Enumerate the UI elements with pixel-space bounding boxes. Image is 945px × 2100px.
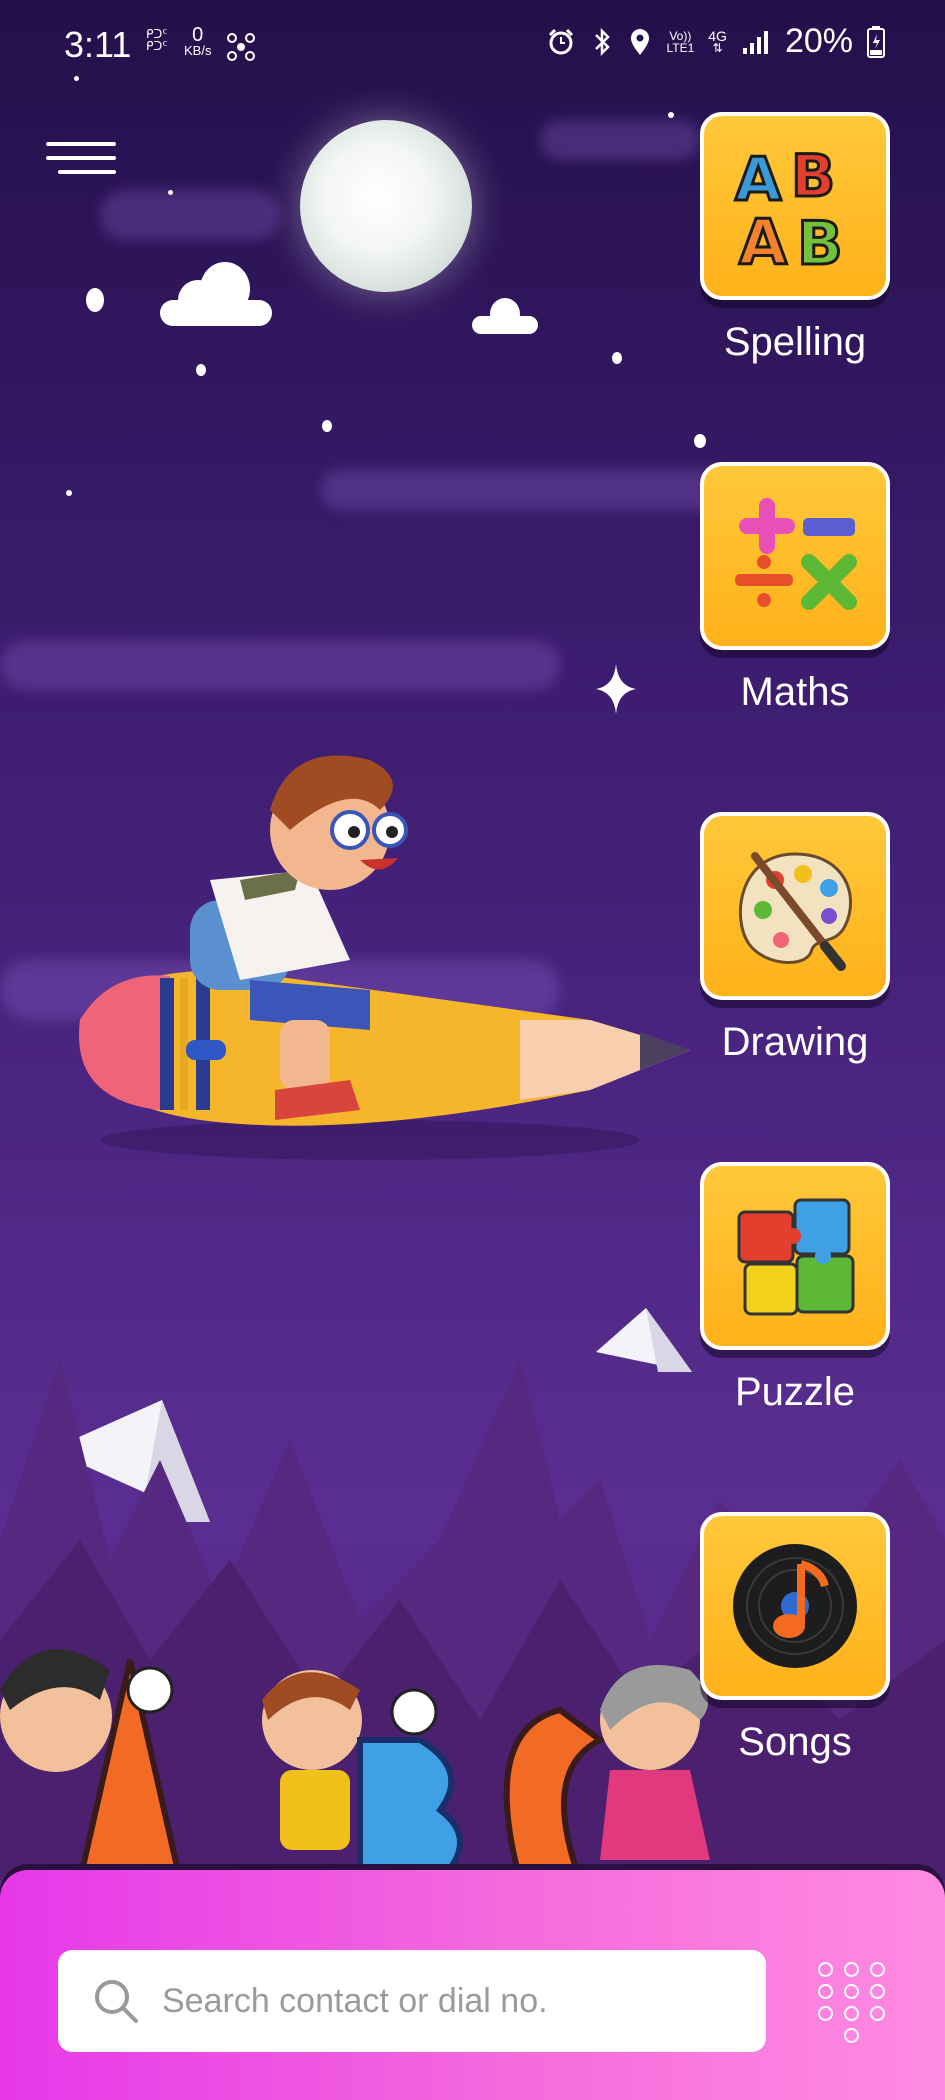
kids-letters-illustration: [0, 1649, 710, 1880]
svg-text:A: A: [735, 145, 782, 215]
maths-label: Maths: [740, 670, 850, 714]
svg-text:B: B: [797, 209, 843, 276]
cloud: [490, 298, 520, 330]
star: [612, 352, 622, 364]
dialpad-dot: [818, 1962, 833, 1977]
alarm-icon: [549, 28, 574, 54]
music-record-icon: [733, 1544, 857, 1668]
menu-line: [58, 170, 116, 174]
star: [322, 420, 332, 432]
haze: [540, 120, 700, 160]
network-type: 4G ⇅: [708, 27, 727, 55]
puzzle-pieces-icon: [737, 1198, 855, 1316]
dialpad-dot: [844, 2028, 859, 2043]
sparkle-icon: [596, 664, 636, 714]
battery-icon: [867, 25, 885, 58]
svg-text:A: A: [739, 206, 787, 276]
dialpad-button[interactable]: [818, 1962, 890, 2062]
haze: [0, 640, 560, 690]
menu-line: [46, 142, 116, 146]
battery-percent: 20%: [784, 22, 853, 60]
bluetooth-icon: [595, 27, 611, 56]
puzzle-label: Puzzle: [734, 1370, 856, 1414]
abc-letters-icon: A B A B: [734, 141, 845, 277]
signal-icon: [742, 30, 768, 54]
kid-on-pencil-illustration: [79, 755, 691, 1160]
svg-text:B: B: [791, 142, 835, 210]
network-label: ᑭᑐᑦ ᑭᑐᑦ: [146, 27, 168, 53]
app-screen: 3:11 ᑭᑐᑦ ᑭᑐᑦ 0 KB/s Vo)) LTE1 4G ⇅ 20% A…: [0, 0, 945, 2100]
moon-image: [300, 120, 472, 292]
drawing-label: Drawing: [721, 1020, 869, 1064]
haze: [100, 190, 280, 240]
paint-palette-icon: [738, 852, 853, 971]
maths-button[interactable]: [700, 462, 890, 650]
bottom-panel: Search contact or dial no.: [0, 1870, 945, 2100]
dialpad-dot: [818, 1984, 833, 1999]
star: [168, 190, 173, 195]
menu-line: [46, 156, 116, 160]
puzzle-button[interactable]: [700, 1162, 890, 1350]
dialpad-dot: [844, 1962, 859, 1977]
location-icon: [631, 28, 650, 55]
spelling-label: Spelling: [723, 320, 867, 364]
drawing-button[interactable]: [700, 812, 890, 1000]
spelling-button[interactable]: A B A B: [700, 112, 890, 300]
songs-button[interactable]: [700, 1512, 890, 1700]
status-bar: 3:11 ᑭᑐᑦ ᑭᑐᑦ 0 KB/s Vo)) LTE1 4G ⇅ 20%: [0, 0, 945, 96]
status-time: 3:11: [64, 24, 132, 65]
cloud: [200, 262, 250, 316]
dialpad-dot: [870, 1962, 885, 1977]
speed-indicator: 0 KB/s: [184, 24, 212, 58]
search-icon: [95, 1980, 138, 2023]
search-input[interactable]: Search contact or dial no.: [58, 1950, 766, 2052]
volte-indicator: Vo)) LTE1: [666, 28, 695, 55]
hotspot-icon: [227, 33, 255, 61]
star: [196, 364, 206, 376]
star: [74, 76, 79, 81]
search-placeholder: Search contact or dial no.: [162, 1981, 548, 2020]
status-icons: Vo)) LTE1 4G ⇅ 20%: [546, 22, 885, 61]
math-symbols-icon: [735, 498, 857, 610]
star: [86, 288, 104, 312]
dialpad-dot: [870, 1984, 885, 1999]
dialpad-dot: [818, 2006, 833, 2021]
star: [66, 490, 72, 496]
menu-button[interactable]: [40, 136, 120, 182]
dialpad-dot: [844, 2006, 859, 2021]
dialpad-dot: [844, 1984, 859, 1999]
star: [668, 112, 674, 118]
dialpad-dot: [870, 2006, 885, 2021]
star: [694, 434, 706, 448]
songs-label: Songs: [738, 1720, 852, 1764]
